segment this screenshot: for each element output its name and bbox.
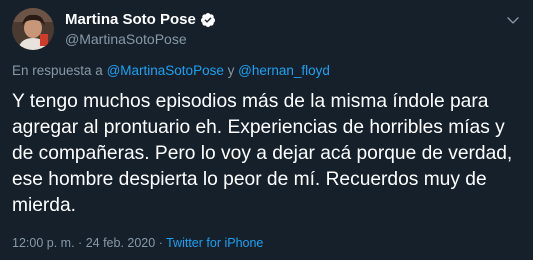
meta-separator: · [158, 236, 163, 250]
tweet-meta: 12:00 p. m. · 24 feb. 2020 · Twitter for… [12, 235, 263, 251]
reply-mention-link[interactable]: @hernan_floyd [238, 63, 330, 78]
tweet-date[interactable]: 24 feb. 2020 [86, 236, 156, 250]
reply-mention-link[interactable]: @MartinaSotoPose [107, 63, 224, 78]
reply-prefix: En respuesta a [12, 63, 103, 78]
verified-badge-icon [200, 12, 216, 28]
avatar-image [12, 8, 54, 50]
tweet-text: Y tengo muchos episodios más de la misma… [12, 91, 513, 216]
avatar[interactable] [12, 8, 54, 50]
tweet-time[interactable]: 12:00 p. m. [12, 236, 75, 250]
author-display-name[interactable]: Martina Soto Pose [65, 11, 196, 29]
author-name-row: Martina Soto Pose [65, 11, 216, 29]
tweet-card: Martina Soto Pose @MartinaSotoPose En re… [0, 0, 533, 260]
reply-joiner: y [227, 63, 235, 78]
tweet-source-link[interactable]: Twitter for iPhone [166, 236, 263, 250]
reply-context: En respuesta a @MartinaSotoPose y @herna… [12, 62, 330, 79]
chevron-down-icon[interactable] [505, 12, 521, 28]
meta-separator: · [78, 236, 83, 250]
author-handle[interactable]: @MartinaSotoPose [65, 31, 187, 48]
